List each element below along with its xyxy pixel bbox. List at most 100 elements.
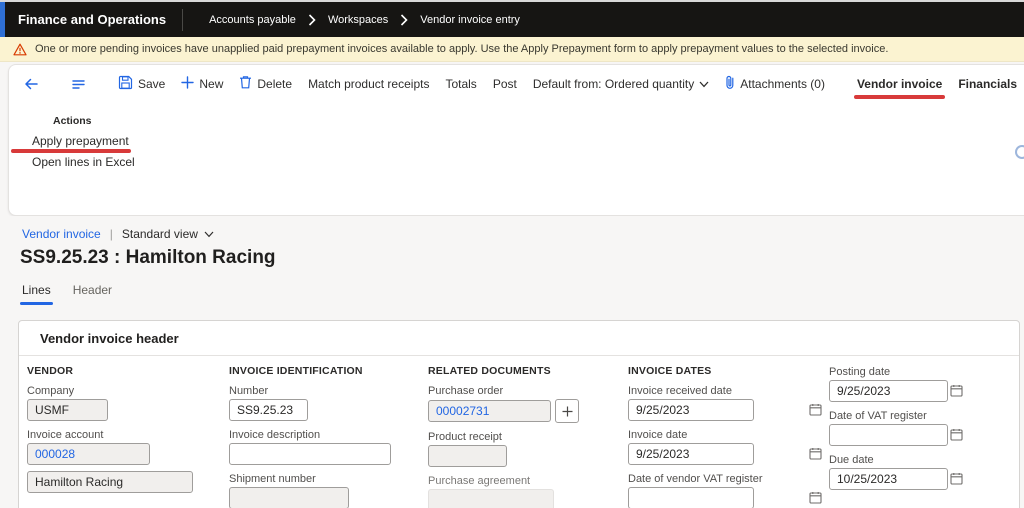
calendar-icon[interactable] xyxy=(809,491,822,508)
chevron-down-icon xyxy=(699,77,709,91)
invoice-date-input[interactable] xyxy=(628,443,754,465)
view-selector[interactable]: Standard view xyxy=(122,227,214,241)
page-title: SS9.25.23 : Hamilton Racing xyxy=(20,247,276,269)
annotation-underline-vendor-invoice xyxy=(854,95,945,99)
shipment-number-input[interactable] xyxy=(229,487,349,508)
due-date-input[interactable] xyxy=(829,468,948,490)
card-header[interactable]: Vendor invoice header xyxy=(19,321,1019,356)
invoice-description-input[interactable] xyxy=(229,443,391,465)
actions-group: Actions Apply prepayment Open lines in E… xyxy=(32,115,135,169)
invoice-dates-column: INVOICE DATES Invoice received date Invo… xyxy=(628,365,828,508)
vendor-name-input[interactable] xyxy=(27,471,193,493)
default-from-dropdown[interactable]: Default from: Ordered quantity xyxy=(533,77,709,91)
calendar-icon[interactable] xyxy=(950,428,963,446)
related-documents-column: RELATED DOCUMENTS Purchase order Product… xyxy=(428,365,618,508)
vat-register-date-input[interactable] xyxy=(829,424,948,446)
posting-date-field: Posting date xyxy=(829,367,969,402)
calendar-icon[interactable] xyxy=(950,384,963,402)
vendor-vat-register-date-label: Date of vendor VAT register xyxy=(628,474,828,485)
company-field: Company xyxy=(27,386,217,421)
invoice-identification-column: INVOICE IDENTIFICATION Number Invoice de… xyxy=(229,365,419,508)
vendor-invoice-header-card: Vendor invoice header VENDOR Company Inv… xyxy=(18,320,1020,508)
chevron-right-icon xyxy=(400,14,408,26)
warning-message-bar: One or more pending invoices have unappl… xyxy=(0,37,1024,62)
view-separator: | xyxy=(110,227,113,241)
invoice-description-field: Invoice description xyxy=(229,430,419,465)
clipped-edge-icon xyxy=(1015,145,1024,159)
post-button[interactable]: Post xyxy=(493,77,517,91)
vat-register-date-field: Date of VAT register xyxy=(829,411,969,446)
vat-register-date-label: Date of VAT register xyxy=(829,411,969,422)
invoice-account-label: Invoice account xyxy=(27,430,217,441)
due-date-field: Due date xyxy=(829,455,969,490)
action-pane-toggle-icon[interactable] xyxy=(71,77,86,91)
add-icon xyxy=(181,76,194,92)
invoice-date-label: Invoice date xyxy=(628,430,828,441)
invoice-date-field: Invoice date xyxy=(628,430,828,465)
warning-text: One or more pending invoices have unappl… xyxy=(35,43,888,55)
number-input[interactable] xyxy=(229,399,308,421)
new-button[interactable]: New xyxy=(181,76,223,92)
view-selector-row: Vendor invoice | Standard view xyxy=(22,227,214,241)
save-button[interactable]: Save xyxy=(118,75,165,93)
topbar-divider xyxy=(182,9,183,31)
paperclip-icon xyxy=(725,75,735,93)
invoice-identification-group-header: INVOICE IDENTIFICATION xyxy=(229,365,419,379)
calendar-icon[interactable] xyxy=(809,403,822,421)
purchase-order-field: Purchase order xyxy=(428,386,618,423)
attachments-button[interactable]: Attachments (0) xyxy=(725,75,825,93)
save-icon xyxy=(118,75,133,93)
product-receipt-input[interactable] xyxy=(428,445,507,467)
warning-icon xyxy=(13,43,27,56)
page-tabs: Lines Header xyxy=(22,283,112,303)
purchase-agreement-label: Purchase agreement xyxy=(428,476,618,487)
number-label: Number xyxy=(229,386,419,397)
card-title: Vendor invoice header xyxy=(40,331,179,346)
invoice-received-date-label: Invoice received date xyxy=(628,386,828,397)
vendor-column: VENDOR Company Invoice account xyxy=(27,365,217,493)
back-button[interactable] xyxy=(23,76,39,92)
menu-item-apply-prepayment[interactable]: Apply prepayment xyxy=(32,134,129,148)
calendar-icon[interactable] xyxy=(809,447,822,465)
tab-header[interactable]: Header xyxy=(73,283,112,303)
breadcrumb-accounts-payable[interactable]: Accounts payable xyxy=(209,14,296,26)
app-title: Finance and Operations xyxy=(18,12,166,27)
vendor-vat-register-date-input[interactable] xyxy=(628,487,754,508)
delete-button[interactable]: Delete xyxy=(239,75,292,92)
posting-date-input[interactable] xyxy=(829,380,948,402)
calendar-icon[interactable] xyxy=(950,472,963,490)
shipment-number-label: Shipment number xyxy=(229,474,419,485)
actions-group-title: Actions xyxy=(53,115,135,127)
action-pane: Save New Delete Match product receipts T… xyxy=(8,64,1024,216)
invoice-account-input[interactable] xyxy=(27,443,150,465)
product-receipt-label: Product receipt xyxy=(428,432,618,443)
related-documents-group-header: RELATED DOCUMENTS xyxy=(428,365,618,379)
add-purchase-order-button[interactable] xyxy=(555,399,579,423)
action-pane-toolbar: Save New Delete Match product receipts T… xyxy=(9,65,1024,102)
product-receipt-field: Product receipt xyxy=(428,432,618,467)
tab-lines[interactable]: Lines xyxy=(22,283,51,303)
due-date-label: Due date xyxy=(829,455,969,466)
purchase-agreement-field: Purchase agreement xyxy=(428,476,618,508)
menu-item-open-lines-in-excel[interactable]: Open lines in Excel xyxy=(32,155,135,169)
purchase-order-input[interactable] xyxy=(428,400,551,422)
vendor-group-header: VENDOR xyxy=(27,365,217,379)
breadcrumb: Accounts payable Workspaces Vendor invoi… xyxy=(209,14,520,26)
purchase-agreement-input xyxy=(428,489,554,508)
company-input[interactable] xyxy=(27,399,108,421)
breadcrumb-workspaces[interactable]: Workspaces xyxy=(328,14,388,26)
brand-stripe xyxy=(0,2,5,37)
vendor-name-field xyxy=(27,471,217,493)
navigation-bar: Finance and Operations Accounts payable … xyxy=(0,2,1024,37)
posting-dates-column: Posting date Date of VAT register Due da… xyxy=(829,365,969,490)
vendor-vat-register-date-field: Date of vendor VAT register xyxy=(628,474,828,508)
record-type-link[interactable]: Vendor invoice xyxy=(22,227,101,241)
tab-vendor-invoice[interactable]: Vendor invoice xyxy=(857,77,942,91)
invoice-received-date-input[interactable] xyxy=(628,399,754,421)
breadcrumb-vendor-invoice-entry[interactable]: Vendor invoice entry xyxy=(420,14,520,26)
page-content: Vendor invoice | Standard view SS9.25.23… xyxy=(0,216,1024,508)
company-label: Company xyxy=(27,386,217,397)
match-product-receipts-button[interactable]: Match product receipts xyxy=(308,77,429,91)
totals-button[interactable]: Totals xyxy=(445,77,476,91)
tab-financials[interactable]: Financials xyxy=(958,77,1017,91)
